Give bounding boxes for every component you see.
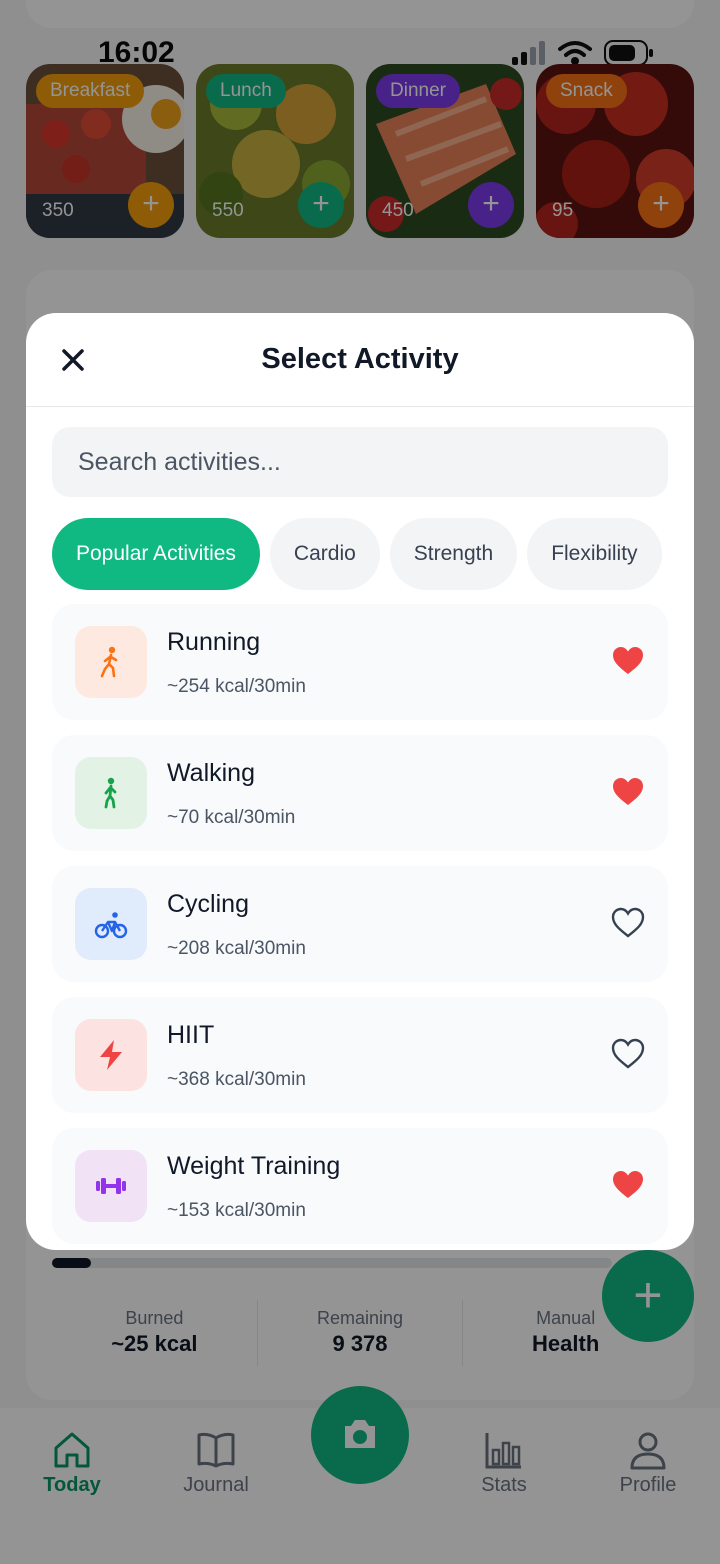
activity-name: Walking: [167, 759, 255, 787]
activity-name: Cycling: [167, 890, 249, 918]
activity-name: Running: [167, 628, 261, 656]
select-activity-modal: Select Activity Popular ActivitiesCardio…: [26, 313, 694, 1250]
chip-cardio[interactable]: Cardio: [269, 518, 380, 590]
category-chips: Popular Activities Cardio Strength Flexibil…: [52, 518, 694, 590]
activity-item-weight-training[interactable]: Weight Training ~153 kcal/30min: [52, 1128, 668, 1244]
activity-name: HIIT: [167, 1021, 215, 1049]
heart-filled-icon[interactable]: [611, 1168, 645, 1202]
activity-name: Weight Training: [167, 1152, 341, 1180]
search-bar: [52, 427, 668, 497]
activity-icon-bg: [75, 888, 147, 960]
heart-filled-icon[interactable]: [611, 775, 645, 809]
activity-icon-bg: [75, 757, 147, 829]
modal-header: Select Activity: [26, 313, 694, 407]
walking-icon: [104, 777, 117, 809]
lightning-icon: [100, 1040, 122, 1070]
activity-item-cycling[interactable]: Cycling ~208 kcal/30min: [52, 866, 668, 982]
chip-strength[interactable]: Strength: [389, 518, 518, 590]
modal-title: Select Activity: [261, 343, 459, 375]
heart-filled-icon[interactable]: [611, 644, 645, 678]
activity-kcal: ~153 kcal/30min: [167, 1200, 306, 1221]
activity-list: Running ~254 kcal/30min Walking ~70 kcal…: [52, 604, 668, 1250]
heart-outline-icon[interactable]: [611, 906, 645, 940]
activity-kcal: ~254 kcal/30min: [167, 676, 306, 697]
chip-popular-activities[interactable]: Popular Activities: [52, 518, 260, 590]
heart-outline-icon[interactable]: [611, 1037, 645, 1071]
activity-icon-bg: [75, 626, 147, 698]
chip-flexibility[interactable]: Flexibility: [527, 518, 662, 590]
activity-item-hiit[interactable]: HIIT ~368 kcal/30min: [52, 997, 668, 1113]
activity-item-walking[interactable]: Walking ~70 kcal/30min: [52, 735, 668, 851]
search-input[interactable]: [52, 427, 668, 497]
activity-icon-bg: [75, 1019, 147, 1091]
activity-item-running[interactable]: Running ~254 kcal/30min: [52, 604, 668, 720]
activity-kcal: ~208 kcal/30min: [167, 938, 306, 959]
cycling-icon: [94, 912, 128, 939]
activity-kcal: ~70 kcal/30min: [167, 807, 296, 828]
activity-icon-bg: [75, 1150, 147, 1222]
running-icon: [100, 646, 118, 678]
dumbbell-icon: [96, 1178, 126, 1194]
activity-kcal: ~368 kcal/30min: [167, 1069, 306, 1090]
